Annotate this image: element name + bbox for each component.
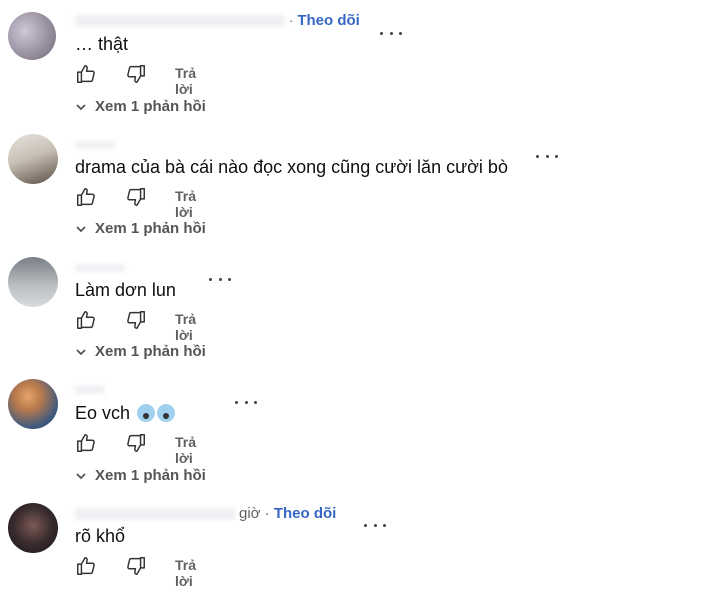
- thumb-down-icon[interactable]: [125, 555, 147, 577]
- view-replies-button[interactable]: Xem 1 phản hồi: [75, 98, 206, 115]
- thumb-up-icon[interactable]: [75, 432, 97, 454]
- comment-meta: [75, 259, 129, 276]
- separator-dot: ·: [289, 13, 294, 28]
- thumb-down-icon[interactable]: [125, 63, 147, 85]
- reply-button[interactable]: Trả lời: [175, 434, 196, 466]
- view-replies-button[interactable]: Xem 1 phản hồi: [75, 343, 206, 360]
- comment-text: Eo vch: [75, 403, 176, 424]
- thumb-up-icon[interactable]: [75, 555, 97, 577]
- avatar[interactable]: [8, 134, 58, 184]
- comment-text: Làm dơn lun: [75, 280, 176, 300]
- comment-meta: [75, 136, 119, 153]
- reply-button[interactable]: Trả lời: [175, 311, 196, 343]
- thumb-down-icon[interactable]: [125, 309, 147, 331]
- chevron-down-icon: [76, 349, 86, 356]
- comment-text-body: Eo vch: [75, 403, 131, 423]
- comment-text: drama của bà cái nào đọc xong cũng cười …: [75, 157, 508, 177]
- more-dots-icon[interactable]: [364, 518, 386, 532]
- comment-meta: [75, 381, 109, 398]
- view-replies-label: Xem 1 phản hồi: [95, 98, 206, 115]
- reply-button[interactable]: Trả lời: [175, 557, 196, 589]
- screaming-face-emoji: [157, 404, 176, 422]
- view-replies-button[interactable]: Xem 1 phản hồi: [75, 220, 206, 237]
- author-name-blurred[interactable]: [75, 508, 235, 521]
- avatar[interactable]: [8, 379, 58, 429]
- avatar[interactable]: [8, 503, 58, 553]
- comment-time: giờ ·: [239, 505, 270, 522]
- thumb-down-icon[interactable]: [125, 432, 147, 454]
- screaming-face-emoji: [137, 404, 156, 422]
- view-replies-label: Xem 1 phản hồi: [95, 220, 206, 237]
- more-dots-icon[interactable]: [209, 272, 231, 286]
- avatar[interactable]: [8, 12, 56, 60]
- comment-text: rõ khổ: [75, 526, 126, 546]
- view-replies-button[interactable]: Xem 1 phản hồi: [75, 467, 206, 484]
- thumb-down-icon[interactable]: [125, 186, 147, 208]
- author-name-blurred[interactable]: [75, 386, 105, 395]
- follow-button[interactable]: Theo dõi: [274, 505, 337, 522]
- comment-meta: · Theo dõi: [75, 12, 360, 29]
- comment-meta: giờ · Theo dõi: [75, 505, 336, 522]
- reply-button[interactable]: Trả lời: [175, 65, 196, 97]
- view-replies-label: Xem 1 phản hồi: [95, 467, 206, 484]
- author-name-blurred[interactable]: [75, 141, 115, 150]
- comment-text: … thật: [75, 34, 129, 54]
- more-dots-icon[interactable]: [235, 395, 257, 409]
- thumb-up-icon[interactable]: [75, 186, 97, 208]
- avatar[interactable]: [8, 257, 58, 307]
- more-dots-icon[interactable]: [536, 149, 558, 163]
- follow-button[interactable]: Theo dõi: [297, 12, 360, 29]
- author-name-blurred[interactable]: [75, 15, 285, 28]
- thumb-up-icon[interactable]: [75, 309, 97, 331]
- chevron-down-icon: [76, 473, 86, 480]
- more-dots-icon[interactable]: [380, 26, 402, 40]
- thumb-up-icon[interactable]: [75, 63, 97, 85]
- reply-button[interactable]: Trả lời: [175, 188, 196, 220]
- view-replies-label: Xem 1 phản hồi: [95, 343, 206, 360]
- chevron-down-icon: [76, 104, 86, 111]
- chevron-down-icon: [76, 226, 86, 233]
- author-name-blurred[interactable]: [75, 264, 125, 273]
